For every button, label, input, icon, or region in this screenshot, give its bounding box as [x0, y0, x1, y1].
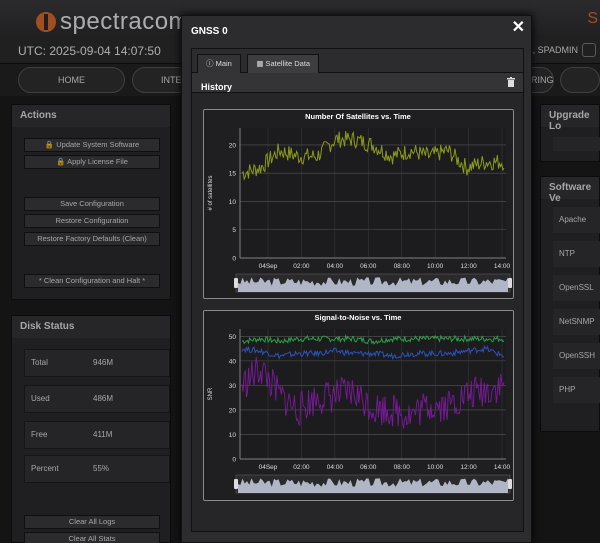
y-tick-label: 5 — [232, 227, 236, 234]
modal-header: GNSS 0 ✕ — [182, 16, 531, 40]
x-tick-label: 08:00 — [394, 464, 411, 471]
modal-title: GNSS 0 — [191, 26, 228, 37]
gnss-modal: GNSS 0 ✕ ⓘ Main ▦ Satellite Data History… — [181, 15, 532, 543]
y-tick-label: 10 — [229, 432, 237, 439]
modal-body: ⓘ Main ▦ Satellite Data History Number O… — [191, 48, 524, 532]
chart-title: Number Of Satellites vs. Time — [305, 112, 411, 121]
history-title: History — [201, 82, 233, 92]
x-tick-label: 10:00 — [427, 263, 444, 270]
x-tick-label: 14:00 — [494, 263, 511, 270]
x-tick-label: 14:00 — [494, 464, 511, 471]
y-tick-label: 50 — [229, 334, 237, 341]
range-handle-right — [508, 479, 512, 489]
range-handle-left — [234, 479, 238, 489]
x-tick-label: 06:00 — [360, 263, 377, 270]
x-tick-label: 04Sep — [259, 263, 278, 270]
x-tick-label: 04:00 — [327, 263, 344, 270]
tab-satellite-data[interactable]: ▦ Satellite Data — [247, 54, 320, 74]
x-tick-label: 04Sep — [259, 464, 278, 471]
x-tick-label: 10:00 — [427, 464, 444, 471]
plot-area — [240, 329, 506, 459]
range-handle-left — [234, 278, 238, 288]
satellites-chart-card: Number Of Satellites vs. Time 0 5 10 15 20 04S… — [203, 109, 514, 299]
y-tick-label: 0 — [232, 256, 236, 263]
y-tick-label: 40 — [229, 358, 237, 365]
snr-chart-card: Signal-to-Noise vs. Time 0 10 20 30 40 50 04Sep… — [203, 310, 514, 501]
x-tick-label: 02:00 — [293, 263, 310, 270]
x-tick-label: 12:00 — [460, 263, 477, 270]
x-tick-label: 08:00 — [394, 263, 411, 270]
y-tick-label: 30 — [229, 383, 237, 390]
y-tick-label: 20 — [229, 142, 237, 149]
y-tick-label: 20 — [229, 407, 237, 414]
y-tick-label: 15 — [229, 171, 237, 178]
history-header: History — [192, 73, 523, 93]
close-icon[interactable]: ✕ — [512, 17, 525, 37]
y-tick-label: 10 — [229, 199, 237, 206]
x-tick-label: 12:00 — [460, 464, 477, 471]
trash-icon[interactable] — [507, 77, 515, 87]
y-axis-label: SNR — [208, 387, 214, 400]
tab-main-label: Main — [215, 59, 232, 68]
satellites-chart: Number Of Satellites vs. Time 0 5 10 15 20 04S… — [208, 112, 512, 293]
tab-main[interactable]: ⓘ Main — [197, 54, 241, 74]
tab-bar: ⓘ Main ▦ Satellite Data — [192, 49, 523, 74]
x-tick-label: 04:00 — [327, 464, 344, 471]
x-tick-label: 06:00 — [360, 464, 377, 471]
range-handle-right — [508, 278, 512, 288]
chart-icon: ▦ — [256, 59, 264, 68]
snr-chart: Signal-to-Noise vs. Time 0 10 20 30 40 50 04Sep… — [208, 313, 512, 494]
y-tick-label: 0 — [232, 457, 236, 464]
chart-title: Signal-to-Noise vs. Time — [315, 313, 402, 322]
info-icon: ⓘ — [206, 59, 214, 68]
x-tick-label: 02:00 — [293, 464, 310, 471]
tab-satellite-data-label: Satellite Data — [265, 59, 311, 68]
y-axis-label: # of satellites — [208, 175, 214, 210]
